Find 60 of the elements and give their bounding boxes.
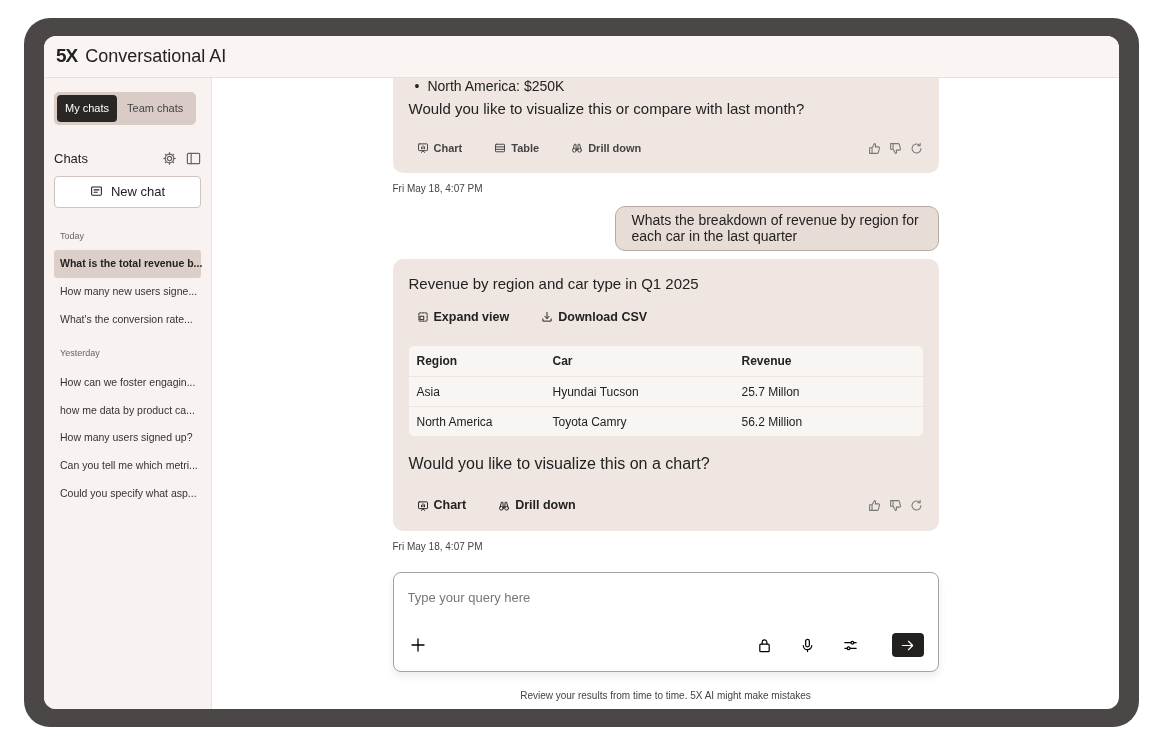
chat-list-item[interactable]: Could you specify what asp...	[54, 479, 201, 508]
chat-icon	[89, 185, 103, 199]
chat-list-item[interactable]: How many new users signe...	[54, 277, 201, 306]
lock-icon	[756, 637, 772, 653]
thumbs-down-icon[interactable]	[888, 141, 902, 155]
bullet-marker: •	[414, 78, 420, 96]
message-text: Would you like to visualize this or compare with last month?	[408, 98, 806, 119]
disclaimer: Review your results from time to time. 5X AI might make mistakes	[520, 689, 811, 704]
plus-icon	[409, 637, 426, 654]
settings-icon[interactable]	[162, 150, 177, 166]
user-message: Whats the breakdown of revenue by region for each car in the last quarter	[614, 205, 939, 252]
table-cell-text: Hyundai Tucson	[552, 383, 640, 401]
message-title: Revenue by region and car type in Q1 2025	[408, 274, 700, 295]
section-heading: Chats	[54, 149, 88, 168]
group-label: Yesterday	[59, 347, 101, 361]
download-icon	[541, 310, 554, 323]
chart-icon	[416, 142, 429, 155]
action-button[interactable]: Drill down	[563, 136, 650, 161]
action-button[interactable]: Chart	[408, 136, 471, 161]
chat-list-item[interactable]: Can you tell me which metri...	[54, 452, 201, 480]
chat-list-item[interactable]: What's the conversion rate...	[54, 305, 201, 334]
app-title: Conversational AI	[85, 45, 227, 68]
group-label: Today	[59, 229, 86, 243]
binoculars-icon	[571, 142, 584, 155]
timestamp: Fri May 18, 4:07 PM	[392, 181, 484, 196]
action-button[interactable]: Drill down	[490, 492, 584, 520]
action-button[interactable]: Chart	[408, 492, 475, 520]
bullet-item: North America: $250K	[427, 78, 565, 96]
column-header: Car	[552, 353, 574, 371]
binoculars-icon	[498, 499, 511, 512]
table-cell-text: Toyota Camry	[552, 413, 628, 431]
sidebar-toggle-icon[interactable]	[186, 150, 201, 166]
refresh-icon[interactable]	[909, 499, 923, 513]
chat-list-item[interactable]: How can we foster engagin...	[54, 368, 201, 397]
thumbs-down-icon[interactable]	[888, 499, 902, 513]
tab[interactable]: My chats	[57, 95, 117, 122]
tool-button[interactable]: Expand view	[408, 303, 518, 331]
timestamp: Fri May 18, 4:07 PM	[392, 540, 484, 555]
table-cell-text: 56.2 Million	[741, 413, 804, 431]
chat-list-item[interactable]: What is the total revenue b...	[54, 250, 201, 278]
chart-icon	[416, 499, 429, 512]
tool-button[interactable]: Download CSV	[533, 303, 656, 331]
chat-list-item[interactable]: How many users signed up?	[54, 424, 201, 452]
new-chat-button[interactable]: New chat	[54, 176, 201, 208]
refresh-icon[interactable]	[909, 141, 923, 155]
table-cell-text: 25.7 Millon	[741, 383, 801, 401]
chat-list-item[interactable]: how me data by product ca...	[54, 396, 201, 425]
logo: 5X	[56, 44, 78, 69]
tab[interactable]: Team chats	[119, 95, 192, 122]
column-header: Region	[416, 353, 459, 371]
column-header: Revenue	[741, 353, 793, 371]
send-button[interactable]	[891, 633, 924, 658]
message-text: Would you like to visualize this on a chart?	[408, 454, 711, 475]
thumbs-up-icon[interactable]	[867, 499, 881, 513]
table-icon	[494, 142, 507, 155]
expand-icon	[416, 310, 429, 323]
table-cell-text: Asia	[416, 383, 441, 401]
thumbs-up-icon[interactable]	[867, 141, 881, 155]
table-cell-text: North America	[416, 413, 494, 431]
action-button[interactable]: Table	[486, 136, 548, 161]
